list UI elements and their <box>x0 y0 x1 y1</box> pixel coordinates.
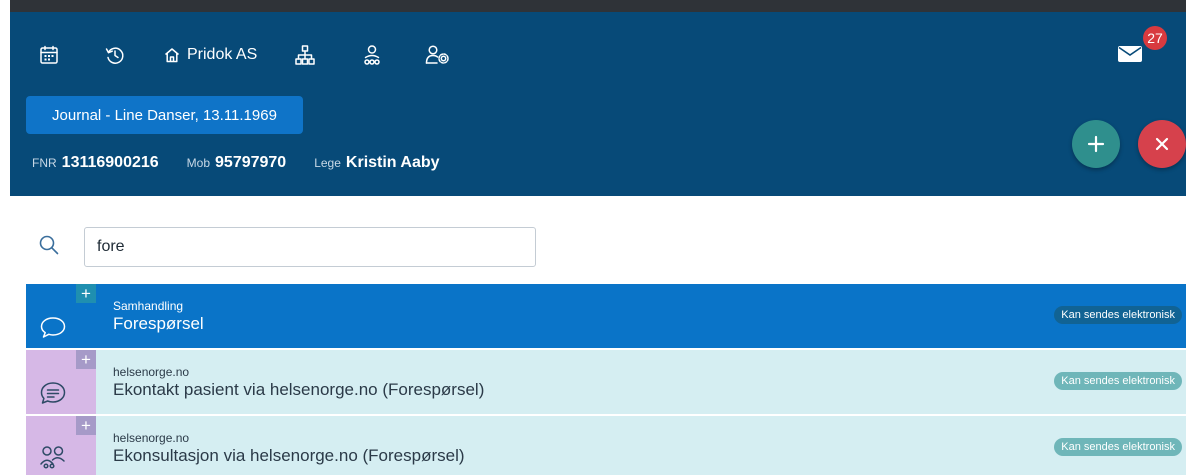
home-icon <box>165 48 179 63</box>
org-link[interactable]: Pridok AS <box>163 44 257 66</box>
list-item-title: Forespørsel <box>113 314 204 333</box>
org-name: Pridok AS <box>187 46 258 63</box>
list-item-tile: + <box>26 284 96 348</box>
journal-button[interactable]: Journal - Line Danser, 13.11.1969 <box>26 96 303 134</box>
user-settings-icon[interactable] <box>425 44 451 66</box>
list-item[interactable]: + helsenorge.no Ekontakt pasient via hel… <box>26 350 1186 414</box>
app-header: Pridok AS 27 Journal - Line Danser, 13.1… <box>10 12 1186 196</box>
add-item-button[interactable]: + <box>76 350 96 369</box>
search-input[interactable] <box>84 227 536 267</box>
close-fab-button[interactable] <box>1138 120 1186 168</box>
patient-info: FNR 13116900216 Mob 95797970 Lege Kristi… <box>32 154 468 174</box>
plus-icon <box>1087 135 1105 153</box>
list-item-tile: + <box>26 350 96 414</box>
patient-group-icon[interactable] <box>361 44 383 66</box>
status-badge: Kan sendes elektronisk <box>1054 438 1182 456</box>
window-top-strip <box>0 0 1186 12</box>
mail-icon[interactable] <box>1118 44 1142 64</box>
add-item-button[interactable]: + <box>76 416 96 435</box>
video-consultation-icon <box>38 442 68 470</box>
list-item-title: Ekontakt pasient via helsenorge.no (Fore… <box>113 380 485 399</box>
list-item-category: Samhandling <box>113 299 184 313</box>
search-icon <box>38 234 60 256</box>
list-item[interactable]: + Samhandling Forespørsel Kan sendes ele… <box>26 284 1186 348</box>
list-item[interactable]: + helsenorge.no Ekonsultasjon via helsen… <box>26 416 1186 475</box>
lege-value: Kristin Aaby <box>345 154 440 171</box>
fnr-label: FNR <box>32 156 57 170</box>
add-item-button[interactable]: + <box>76 284 96 303</box>
status-badge: Kan sendes elektronisk <box>1054 372 1182 390</box>
fnr-value: 13116900216 <box>61 154 159 171</box>
speech-bubble-icon <box>38 312 68 340</box>
history-icon[interactable] <box>104 44 126 66</box>
lege-label: Lege <box>314 156 341 170</box>
mob-value: 95797970 <box>215 154 287 171</box>
list-item-category: helsenorge.no <box>113 431 190 445</box>
top-nav: Pridok AS 27 <box>10 12 1186 98</box>
mail-count-badge: 27 <box>1143 26 1167 50</box>
status-badge: Kan sendes elektronisk <box>1054 306 1182 324</box>
close-icon <box>1155 137 1169 151</box>
list-item-category: helsenorge.no <box>113 365 190 379</box>
calendar-icon[interactable] <box>38 44 60 66</box>
list-item-title: Ekonsultasjon via helsenorge.no (Forespø… <box>113 446 465 465</box>
add-fab-button[interactable] <box>1072 120 1120 168</box>
org-chart-icon[interactable] <box>294 44 316 66</box>
list-item-tile: + <box>26 416 96 475</box>
message-lines-icon <box>38 378 68 406</box>
mob-label: Mob <box>186 156 211 170</box>
